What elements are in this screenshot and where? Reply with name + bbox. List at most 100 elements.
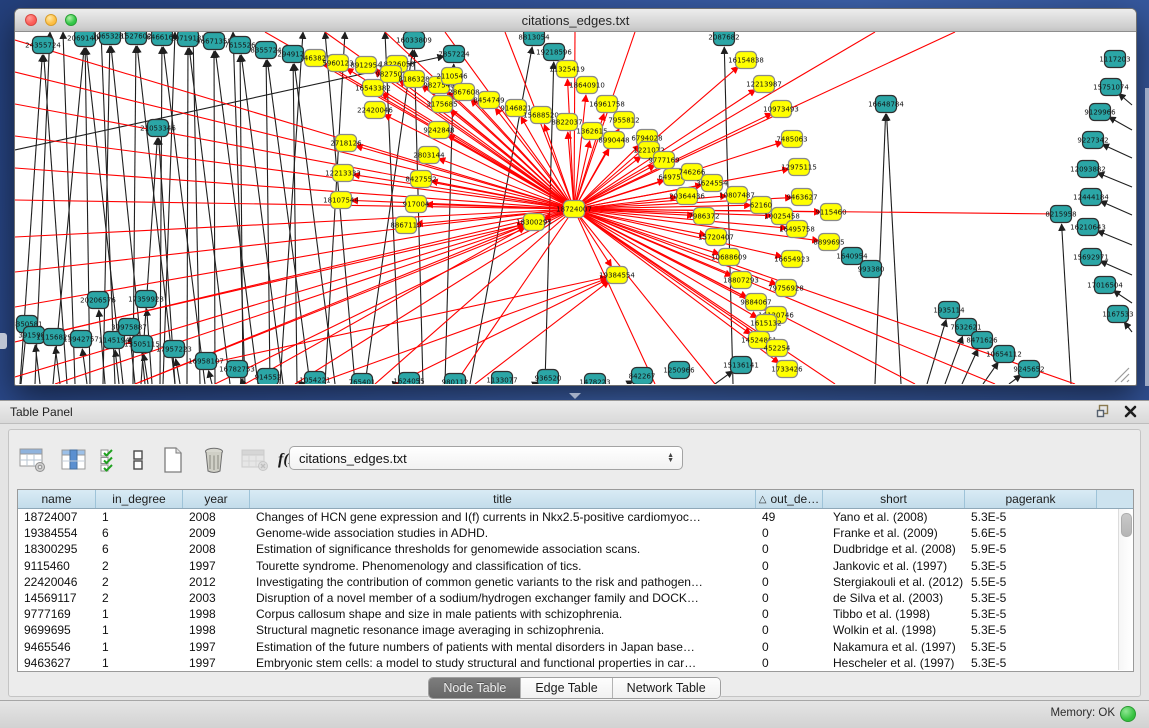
- row-height-icon[interactable]: [128, 444, 148, 476]
- table-row[interactable]: 977716911998Corpus callosum shape and si…: [18, 606, 1119, 622]
- column-header-short[interactable]: short: [823, 490, 965, 508]
- graph-node[interactable]: 1133077: [486, 372, 517, 385]
- table-row[interactable]: 946362711997Embryonic stem cells: a mode…: [18, 655, 1119, 671]
- graph-node[interactable]: 8427552: [405, 171, 436, 188]
- graph-node[interactable]: 7485063: [776, 131, 807, 148]
- table-row[interactable]: 946554611997Estimation of the future num…: [18, 639, 1119, 655]
- graph-node[interactable]: 11325419: [549, 61, 585, 78]
- black-edge: [240, 55, 243, 384]
- graph-node[interactable]: 19218596: [536, 44, 572, 61]
- graph-node[interactable]: 12093882: [1070, 161, 1106, 178]
- graph-node[interactable]: 8813054: [518, 32, 550, 46]
- tab-network-table[interactable]: Network Table: [613, 678, 720, 698]
- graph-node[interactable]: 8867110: [390, 217, 421, 234]
- graph-node[interactable]: 1167533: [1102, 306, 1133, 323]
- graph-node[interactable]: 15136141: [723, 357, 759, 374]
- graph-node[interactable]: 1117203: [1099, 51, 1130, 68]
- graph-node[interactable]: 10688609: [711, 249, 747, 266]
- graph-node[interactable]: 1935114: [933, 302, 965, 319]
- memory-ok-indicator[interactable]: [1120, 706, 1136, 722]
- table-cell: Jankovic et al. (1997): [823, 559, 965, 573]
- panel-collapse-handle[interactable]: [0, 333, 7, 349]
- graph-node[interactable]: 8899695: [813, 234, 844, 251]
- graph-node[interactable]: 765401: [349, 374, 376, 385]
- graph-node[interactable]: 980112: [442, 374, 469, 385]
- graph-node[interactable]: 936520: [535, 370, 562, 385]
- svg-text:1117203: 1117203: [1099, 56, 1130, 64]
- graph-node[interactable]: 16654923: [774, 251, 810, 268]
- splitter-handle[interactable]: [569, 393, 581, 399]
- table-row[interactable]: 1872400712008Changes of HCN gene express…: [18, 509, 1119, 525]
- graph-node[interactable]: 16154838: [728, 52, 764, 69]
- graph-node[interactable]: 9227342: [1077, 132, 1108, 149]
- graph-node[interactable]: 12213333: [325, 165, 361, 182]
- delete-table-icon[interactable]: [239, 444, 271, 476]
- tab-node-table[interactable]: Node Table: [429, 678, 521, 698]
- graph-node[interactable]: 993380: [858, 261, 885, 278]
- graph-node[interactable]: 917004: [403, 196, 430, 213]
- graph-node[interactable]: 62160: [750, 197, 772, 214]
- column-header-pagerank[interactable]: pagerank: [965, 490, 1097, 508]
- zoom-window-icon[interactable]: [65, 14, 77, 26]
- new-column-icon[interactable]: [157, 444, 189, 476]
- graph-node[interactable]: 15751074: [1093, 79, 1129, 96]
- tab-edge-table[interactable]: Edge Table: [521, 678, 612, 698]
- window-titlebar[interactable]: citations_edges.txt: [15, 9, 1136, 32]
- citation-network-graph[interactable]: 2435572420691406106532871527602646616010…: [15, 32, 1134, 384]
- column-header-year[interactable]: year: [183, 490, 250, 508]
- graph-node[interactable]: 18807293: [723, 272, 759, 289]
- graph-node[interactable]: 16210643: [1070, 219, 1106, 236]
- graph-node[interactable]: 9463627: [786, 189, 817, 206]
- table-row[interactable]: 1830029562008Estimation of significance …: [18, 541, 1119, 557]
- graph-node[interactable]: 1250966: [663, 362, 695, 379]
- graph-node[interactable]: 17957223: [156, 341, 192, 358]
- graph-node[interactable]: 452254: [764, 340, 791, 357]
- graph-node[interactable]: 15720407: [698, 229, 734, 246]
- column-header-name[interactable]: name: [18, 490, 96, 508]
- graph-node[interactable]: 9115460: [815, 204, 846, 221]
- column-header-out_de[interactable]: △out_de…: [756, 490, 823, 508]
- graph-node[interactable]: 1624055: [393, 373, 424, 385]
- graph-node[interactable]: 1478223: [579, 374, 610, 385]
- select-rows-icon[interactable]: [99, 444, 119, 476]
- graph-node[interactable]: 16961758: [589, 96, 625, 113]
- black-edge: [1100, 261, 1132, 275]
- network-canvas[interactable]: 2435572420691406106532871527602646616010…: [15, 32, 1134, 384]
- graph-node[interactable]: 2803144: [413, 147, 445, 164]
- resize-grip[interactable]: [1115, 368, 1129, 382]
- column-header-title[interactable]: title: [250, 490, 756, 508]
- graph-node[interactable]: 12975115: [781, 159, 817, 176]
- svg-text:7857224: 7857224: [438, 51, 470, 59]
- graph-node[interactable]: 10654112: [986, 346, 1022, 363]
- table-selector-dropdown[interactable]: citations_edges.txt ▲▼: [289, 446, 683, 470]
- graph-node[interactable]: 17016504: [1087, 277, 1123, 294]
- vertical-scrollbar[interactable]: [1118, 509, 1132, 670]
- table-row[interactable]: 911546021997Tourette syndrome. Phenomeno…: [18, 558, 1119, 574]
- graph-node[interactable]: 842267: [629, 368, 656, 385]
- close-window-icon[interactable]: [25, 14, 37, 26]
- graph-node[interactable]: 9245652: [1013, 361, 1044, 378]
- float-window-icon[interactable]: [1096, 404, 1110, 423]
- graph-node[interactable]: 914552: [255, 369, 282, 385]
- table-settings-icon[interactable]: [17, 444, 49, 476]
- table-row[interactable]: 2242004622012Investigating the contribut…: [18, 574, 1119, 590]
- graph-node[interactable]: 24355724: [25, 37, 61, 54]
- delete-column-icon[interactable]: [198, 444, 230, 476]
- table-row[interactable]: 1456911722003Disruption of a novel membe…: [18, 590, 1119, 606]
- graph-node[interactable]: 16782753: [219, 361, 255, 378]
- select-columns-icon[interactable]: [58, 444, 90, 476]
- graph-node[interactable]: 16648784: [868, 96, 904, 113]
- svg-text:12213987: 12213987: [746, 81, 782, 89]
- graph-node[interactable]: 16033809: [396, 32, 432, 49]
- table-row[interactable]: 1938455462009Genome-wide association stu…: [18, 525, 1119, 541]
- table-row[interactable]: 969969511998Structural magnetic resonanc…: [18, 622, 1119, 638]
- graph-node[interactable]: 79756928: [768, 280, 804, 297]
- graph-node[interactable]: 7955812: [608, 112, 639, 129]
- graph-node[interactable]: 8215958: [1045, 206, 1076, 223]
- minimize-window-icon[interactable]: [45, 14, 57, 26]
- column-header-in_degree[interactable]: in_degree: [96, 490, 183, 508]
- scrollbar-thumb[interactable]: [1121, 513, 1132, 537]
- graph-node[interactable]: 2087682: [708, 32, 739, 46]
- graph-node[interactable]: 1733426: [771, 361, 803, 378]
- close-icon[interactable]: [1124, 405, 1137, 423]
